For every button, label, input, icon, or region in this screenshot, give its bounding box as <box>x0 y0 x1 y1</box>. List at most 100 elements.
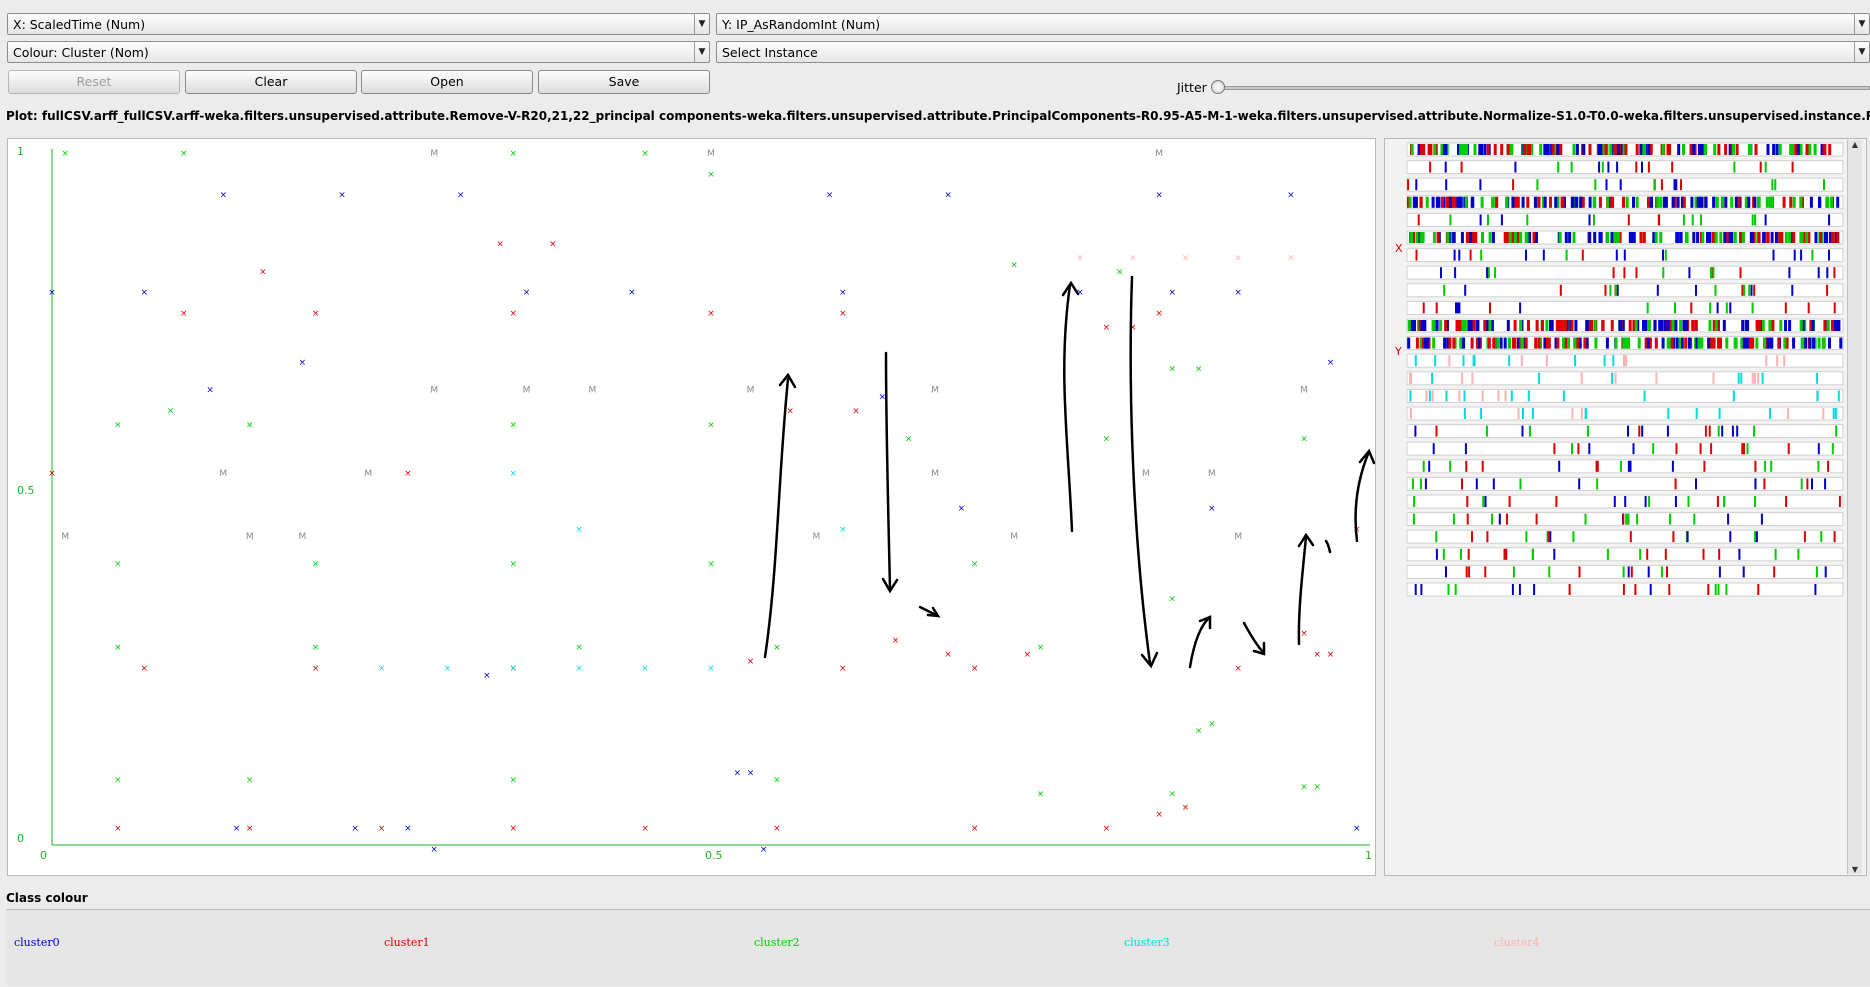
data-point-cluster2[interactable]: × <box>1037 789 1045 799</box>
data-point-cluster2[interactable]: × <box>114 560 122 570</box>
data-point-cluster1[interactable]: × <box>747 657 755 667</box>
data-point-cluster0[interactable]: × <box>430 845 438 855</box>
data-point-cluster0[interactable]: × <box>747 768 755 778</box>
data-point-cluster3[interactable]: × <box>575 664 583 674</box>
attribute-matrix-panel[interactable]: X Y <box>1384 138 1867 876</box>
data-point-cluster2[interactable]: × <box>1195 365 1203 375</box>
data-point-cluster0[interactable]: × <box>351 824 359 834</box>
data-point-cluster1[interactable]: × <box>641 824 649 834</box>
data-point-cluster4[interactable]: × <box>1076 253 1084 263</box>
data-point-cluster0[interactable]: × <box>48 288 56 298</box>
data-point-cluster1[interactable]: × <box>1155 309 1163 319</box>
data-point-cluster2[interactable]: × <box>707 170 715 180</box>
data-point-cluster1[interactable]: × <box>971 664 979 674</box>
data-point-cluster0[interactable]: × <box>141 288 149 298</box>
data-point-cluster3[interactable]: × <box>707 664 715 674</box>
data-point-cluster1[interactable]: × <box>944 650 952 660</box>
data-point-cluster1[interactable]: × <box>786 407 794 417</box>
data-point-cluster1[interactable]: × <box>1182 803 1190 813</box>
data-point-cluster0[interactable]: × <box>404 824 412 834</box>
open-button[interactable]: Open <box>361 70 533 94</box>
attribute-row[interactable] <box>1406 564 1844 579</box>
jitter-slider-handle[interactable] <box>1211 80 1225 94</box>
data-point-cluster1[interactable]: × <box>1300 629 1308 639</box>
attribute-row[interactable] <box>1406 160 1844 175</box>
data-point-cluster3[interactable]: × <box>444 664 452 674</box>
attribute-row[interactable] <box>1406 300 1844 315</box>
data-point-cluster3[interactable]: × <box>510 469 518 479</box>
data-point-cluster0[interactable]: × <box>1155 191 1163 201</box>
colour-select[interactable]: Colour: Cluster (Nom) ▼ <box>7 41 710 63</box>
data-point-cluster4[interactable]: × <box>1129 253 1137 263</box>
data-point-cluster1[interactable]: × <box>378 824 386 834</box>
legend-cluster1[interactable]: cluster1 <box>384 936 430 949</box>
scroll-down-icon[interactable]: ▼ <box>1848 865 1862 874</box>
data-point-cluster2[interactable]: × <box>114 420 122 430</box>
data-point-cluster4[interactable]: × <box>1182 253 1190 263</box>
data-point-cluster0[interactable]: × <box>1234 288 1242 298</box>
attribute-row[interactable] <box>1406 441 1844 456</box>
data-point-cluster0[interactable]: × <box>220 191 228 201</box>
data-point-cluster0[interactable]: × <box>734 768 742 778</box>
data-point-cluster2[interactable]: × <box>312 560 320 570</box>
data-point-cluster1[interactable]: × <box>259 267 267 277</box>
data-point-cluster2[interactable]: × <box>510 560 518 570</box>
data-point-cluster2[interactable]: × <box>246 420 254 430</box>
data-point-cluster1[interactable]: × <box>839 664 847 674</box>
select-instance-select[interactable]: Select Instance ▼ <box>716 41 1870 63</box>
data-point-cluster0[interactable]: × <box>826 191 834 201</box>
data-point-cluster0[interactable]: × <box>1287 191 1295 201</box>
data-point-cluster0[interactable]: × <box>839 288 847 298</box>
data-point-cluster1[interactable]: × <box>1314 650 1322 660</box>
reset-button[interactable]: Reset <box>8 70 180 94</box>
data-point-cluster1[interactable]: × <box>180 309 188 319</box>
scroll-up-icon[interactable]: ▲ <box>1848 140 1862 149</box>
data-point-cluster2[interactable]: × <box>510 775 518 785</box>
data-point-cluster1[interactable]: × <box>48 469 56 479</box>
data-point-cluster2[interactable]: × <box>1195 727 1203 737</box>
chevron-down-icon[interactable]: ▼ <box>694 42 709 62</box>
clear-button[interactable]: Clear <box>185 70 357 94</box>
data-point-cluster1[interactable]: × <box>707 309 715 319</box>
data-point-cluster0[interactable]: × <box>958 504 966 514</box>
data-point-cluster2[interactable]: × <box>114 775 122 785</box>
attribute-row[interactable] <box>1406 424 1844 439</box>
data-point-cluster2[interactable]: × <box>180 149 188 159</box>
data-point-cluster2[interactable]: × <box>707 560 715 570</box>
data-point-cluster2[interactable]: × <box>510 149 518 159</box>
data-point-cluster1[interactable]: × <box>549 239 557 249</box>
data-point-cluster3[interactable]: × <box>510 664 518 674</box>
data-point-cluster0[interactable]: × <box>944 191 952 201</box>
chevron-down-icon[interactable]: ▼ <box>1854 14 1869 34</box>
data-point-cluster2[interactable]: × <box>1116 267 1124 277</box>
data-point-cluster1[interactable]: × <box>1024 650 1032 660</box>
data-point-cluster4[interactable]: × <box>1287 253 1295 263</box>
jitter-slider[interactable] <box>1218 86 1870 90</box>
data-point-cluster2[interactable]: × <box>641 149 649 159</box>
data-point-cluster4[interactable]: × <box>1234 253 1242 263</box>
data-point-cluster1[interactable]: × <box>510 824 518 834</box>
data-point-cluster3[interactable]: × <box>641 664 649 674</box>
legend-cluster3[interactable]: cluster3 <box>1124 936 1170 949</box>
data-point-cluster0[interactable]: × <box>299 358 307 368</box>
data-point-cluster0[interactable]: × <box>206 386 214 396</box>
data-point-cluster3[interactable]: × <box>575 525 583 535</box>
scatter-plot[interactable]: 1 0.5 0 0 0.5 1 ×× × × × × × ×× × × × × × ××××× ×××× ×… <box>8 139 1376 876</box>
data-point-cluster2[interactable]: × <box>246 775 254 785</box>
data-point-cluster1[interactable]: × <box>510 309 518 319</box>
data-point-cluster0[interactable]: × <box>338 191 346 201</box>
data-point-cluster1[interactable]: × <box>852 407 860 417</box>
data-point-cluster1[interactable]: × <box>404 469 412 479</box>
data-point-cluster2[interactable]: × <box>510 420 518 430</box>
data-point-cluster3[interactable]: × <box>839 525 847 535</box>
data-point-cluster2[interactable]: × <box>1208 720 1216 730</box>
data-point-cluster1[interactable]: × <box>312 309 320 319</box>
chevron-down-icon[interactable]: ▼ <box>1854 42 1869 62</box>
data-point-cluster2[interactable]: × <box>114 643 122 653</box>
data-point-cluster1[interactable]: × <box>246 824 254 834</box>
legend-cluster2[interactable]: cluster2 <box>754 936 800 949</box>
attribute-row[interactable] <box>1406 547 1844 562</box>
data-point-cluster0[interactable]: × <box>879 393 887 403</box>
attribute-row[interactable] <box>1406 283 1844 298</box>
data-point-cluster1[interactable]: × <box>839 309 847 319</box>
